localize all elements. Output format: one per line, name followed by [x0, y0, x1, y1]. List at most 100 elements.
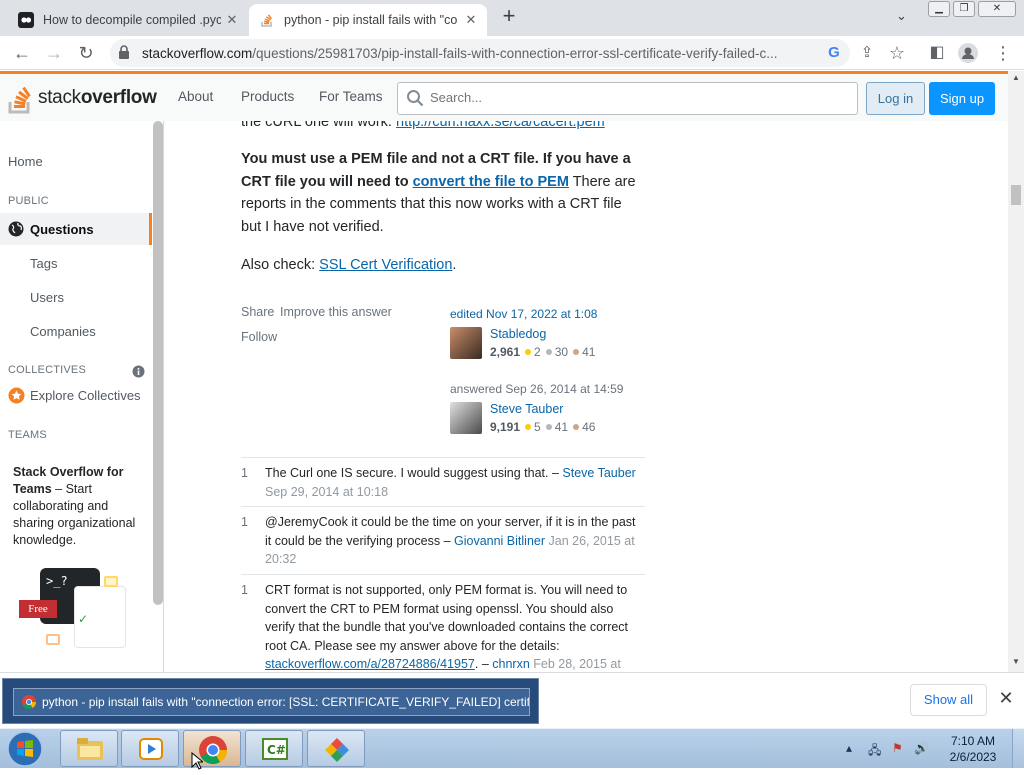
sidebar-item-tags[interactable]: Tags: [30, 256, 57, 271]
comment-user[interactable]: Giovanni Bitliner: [454, 534, 545, 548]
share-link[interactable]: Share: [241, 305, 274, 319]
taskbar-csharp-editor[interactable]: C#: [245, 730, 303, 767]
taskbar-file-explorer[interactable]: [60, 730, 118, 767]
new-tab-button[interactable]: +: [498, 5, 520, 28]
download-item-label[interactable]: python - pip install fails with "connect…: [13, 688, 530, 716]
log-in-button[interactable]: Log in: [866, 82, 925, 115]
sidebar-item-users[interactable]: Users: [30, 290, 64, 305]
taskbar-app[interactable]: [307, 730, 365, 767]
cacert-link[interactable]: http://curl.haxx.se/ca/cacert.pem: [396, 121, 605, 130]
comment-date[interactable]: Feb 28, 2015 at: [530, 657, 621, 671]
chrome-icon: [22, 695, 36, 709]
back-arrow-icon[interactable]: ←: [12, 43, 32, 63]
answer-clipped-line: the cURL one will work. http://curl.haxx…: [241, 121, 643, 134]
follow-link[interactable]: Follow: [241, 330, 277, 344]
windows-logo-icon: [7, 731, 43, 767]
volume-icon[interactable]: 🔊: [914, 741, 929, 755]
windows-taskbar: C# ▴ 🖧 ⚑ 🔊 7:10 AM 2/6/2023: [0, 728, 1024, 770]
comment-text: CRT format is not supported, only PEM fo…: [265, 583, 629, 671]
forward-arrow-icon[interactable]: →: [44, 43, 64, 63]
show-all-downloads-button[interactable]: Show all: [910, 684, 987, 716]
comment: 1 @JeremyCook it could be the time on yo…: [241, 506, 645, 573]
chat-bubble-icon: [46, 634, 60, 645]
close-window-button[interactable]: ✕: [978, 1, 1016, 17]
site-header: stackoverflow About Products For Teams L…: [0, 71, 1008, 121]
restore-window-button[interactable]: ❐: [953, 1, 975, 17]
network-icon[interactable]: 🖧: [868, 741, 881, 762]
profile-avatar-icon[interactable]: [958, 43, 978, 63]
main-content: the cURL one will work. http://curl.haxx…: [165, 121, 1008, 672]
clock-time: 7:10 AM: [950, 734, 996, 748]
improve-answer-link[interactable]: Improve this answer: [280, 305, 392, 319]
edited-timestamp[interactable]: edited Nov 17, 2022 at 1:08: [450, 307, 650, 321]
stackoverflow-logo[interactable]: stackoverflow: [8, 80, 157, 116]
media-player-icon: [139, 738, 163, 760]
scrollbar-thumb[interactable]: [1011, 185, 1021, 205]
start-button[interactable]: [4, 730, 46, 768]
show-desktop-button[interactable]: [1012, 729, 1024, 768]
bookmark-star-icon[interactable]: ☆: [887, 43, 907, 63]
sidebar-item-companies[interactable]: Companies: [30, 324, 96, 339]
answered-timestamp: answered Sep 26, 2014 at 14:59: [450, 382, 624, 396]
ssl-cert-verification-link[interactable]: SSL Cert Verification: [319, 257, 452, 273]
action-center-flag-icon[interactable]: ⚑: [892, 741, 903, 755]
nav-about[interactable]: About: [178, 89, 213, 104]
google-lens-icon[interactable]: G: [824, 43, 844, 63]
scroll-down-arrow-icon[interactable]: ▼: [1012, 657, 1020, 666]
avatar[interactable]: [450, 327, 482, 359]
download-filename: python - pip install fails with "connect…: [42, 695, 530, 709]
tab-pip-install-fails[interactable]: python - pip install fails with "co ✕: [249, 4, 487, 36]
page-scrollbar[interactable]: ▲ ▼: [1008, 71, 1024, 672]
tab-search-chevron-icon[interactable]: ⌄: [896, 8, 907, 24]
comment-user[interactable]: chnrxn: [492, 657, 530, 671]
comment: 1 CRT format is not supported, only PEM …: [241, 574, 645, 672]
close-tab-icon[interactable]: ✕: [224, 12, 240, 28]
url-text: stackoverflow.com/questions/25981703/pip…: [142, 46, 822, 61]
scroll-up-arrow-icon[interactable]: ▲: [1012, 73, 1020, 82]
teams-promo: Stack Overflow for Teams – Start collabo…: [13, 464, 148, 549]
sidebar-item-home[interactable]: Home: [8, 154, 43, 169]
side-panel-icon[interactable]: ◧: [927, 43, 947, 63]
minimize-window-button[interactable]: ▁: [928, 1, 950, 17]
user-name[interactable]: Stabledog: [490, 327, 546, 341]
sign-up-button[interactable]: Sign up: [929, 82, 995, 115]
sidebar-item-questions[interactable]: Questions: [0, 213, 152, 245]
nav-products[interactable]: Products: [241, 89, 294, 104]
sidebar-scrollbar[interactable]: [153, 121, 163, 605]
chat-bubble-icon: [104, 576, 118, 587]
kebab-menu-icon[interactable]: ⋮: [993, 43, 1013, 63]
comment-user[interactable]: Steve Tauber: [562, 466, 635, 480]
stackoverflow-icon: [259, 12, 275, 28]
search-icon: [407, 90, 424, 107]
colorful-app-icon: [325, 738, 349, 762]
comment-date[interactable]: Sep 29, 2014 at 10:18: [265, 485, 388, 499]
tab-decompile-pyc[interactable]: How to decompile compiled .pyc ✕: [8, 4, 248, 36]
avatar[interactable]: [450, 402, 482, 434]
svg-text:C#: C#: [267, 743, 286, 757]
bronze-badge-icon: [573, 349, 580, 355]
convert-to-pem-link[interactable]: convert the file to PEM: [413, 174, 569, 190]
info-icon[interactable]: [132, 365, 145, 378]
share-icon[interactable]: ⇪: [857, 43, 877, 63]
search-box[interactable]: [397, 82, 858, 115]
nav-for-teams[interactable]: For Teams: [319, 89, 383, 104]
comment-answer-link[interactable]: stackoverflow.com/a/28724886/41957: [265, 657, 475, 671]
show-hidden-icons-icon[interactable]: ▴: [846, 741, 852, 755]
user-name[interactable]: Steve Tauber: [490, 402, 563, 416]
browser-tab-strip: How to decompile compiled .pyc ✕ python …: [0, 0, 1024, 36]
tab-title: python - pip install fails with "co: [284, 13, 458, 27]
mouse-cursor-icon: [191, 751, 205, 775]
close-icon[interactable]: ✕: [996, 688, 1016, 708]
system-clock[interactable]: 7:10 AM 2/6/2023: [940, 733, 1006, 765]
download-item[interactable]: python - pip install fails with "connect…: [2, 678, 539, 724]
collectives-star-icon: [8, 387, 25, 404]
sidebar-item-explore-collectives[interactable]: Explore Collectives: [30, 388, 141, 403]
comment-text: The Curl one IS secure. I would suggest …: [265, 466, 636, 499]
sidebar-heading-collectives: COLLECTIVES: [8, 364, 87, 376]
close-tab-icon[interactable]: ✕: [463, 12, 479, 28]
comment-score: 1: [241, 466, 248, 480]
reload-icon[interactable]: ↻: [76, 43, 96, 63]
address-bar[interactable]: stackoverflow.com/questions/25981703/pip…: [110, 39, 850, 67]
search-input[interactable]: [430, 90, 830, 105]
taskbar-media-player[interactable]: [121, 730, 179, 767]
